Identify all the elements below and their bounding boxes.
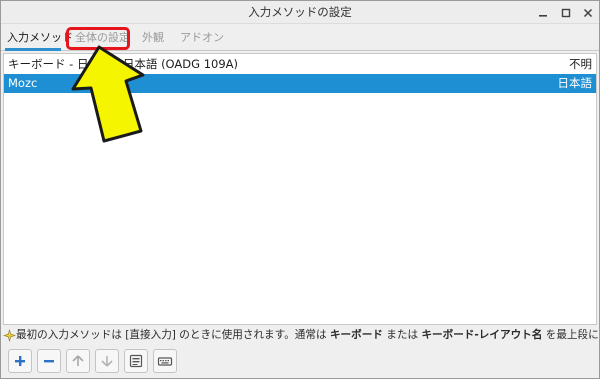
remove-icon bbox=[44, 360, 54, 363]
lightbulb-icon bbox=[3, 329, 16, 342]
configure-icon bbox=[129, 354, 143, 368]
annotation-arrow bbox=[71, 45, 145, 143]
keyboard-layout-button[interactable] bbox=[153, 349, 177, 373]
keyboard-layout-icon bbox=[157, 357, 173, 366]
configure-button[interactable] bbox=[124, 349, 148, 373]
minimize-icon bbox=[539, 15, 547, 17]
move-up-button[interactable] bbox=[66, 349, 90, 373]
input-method-settings-window: 入力メソッドの設定 入力メソッド 全体の設定 外観 アドオン キーボード - 日… bbox=[0, 0, 600, 379]
maximize-button[interactable] bbox=[558, 5, 574, 21]
remove-button[interactable] bbox=[37, 349, 61, 373]
hint-bar: 最初の入力メソッドは [直接入力] のときに使用されます。通常は キーボード ま… bbox=[1, 327, 599, 344]
method-name: Mozc bbox=[8, 76, 38, 90]
add-icon bbox=[15, 356, 25, 366]
active-tab-indicator bbox=[5, 48, 61, 51]
method-language: 不明 bbox=[569, 57, 592, 71]
bottom-toolbar bbox=[1, 345, 599, 378]
method-language: 日本語 bbox=[557, 76, 593, 90]
title-bar: 入力メソッドの設定 bbox=[1, 1, 599, 24]
tab-addons[interactable]: アドオン bbox=[180, 25, 224, 51]
window-title: 入力メソッドの設定 bbox=[248, 5, 352, 19]
close-icon bbox=[583, 8, 593, 18]
move-down-button[interactable] bbox=[95, 349, 119, 373]
maximize-icon bbox=[561, 8, 571, 18]
close-button[interactable] bbox=[580, 5, 596, 21]
move-up-icon bbox=[72, 355, 84, 366]
add-button[interactable] bbox=[8, 349, 32, 373]
move-down-icon bbox=[101, 356, 113, 367]
minimize-button[interactable] bbox=[535, 5, 551, 21]
hint-text: 最初の入力メソッドは [直接入力] のときに使用されます。通常は キーボード ま… bbox=[16, 329, 599, 341]
